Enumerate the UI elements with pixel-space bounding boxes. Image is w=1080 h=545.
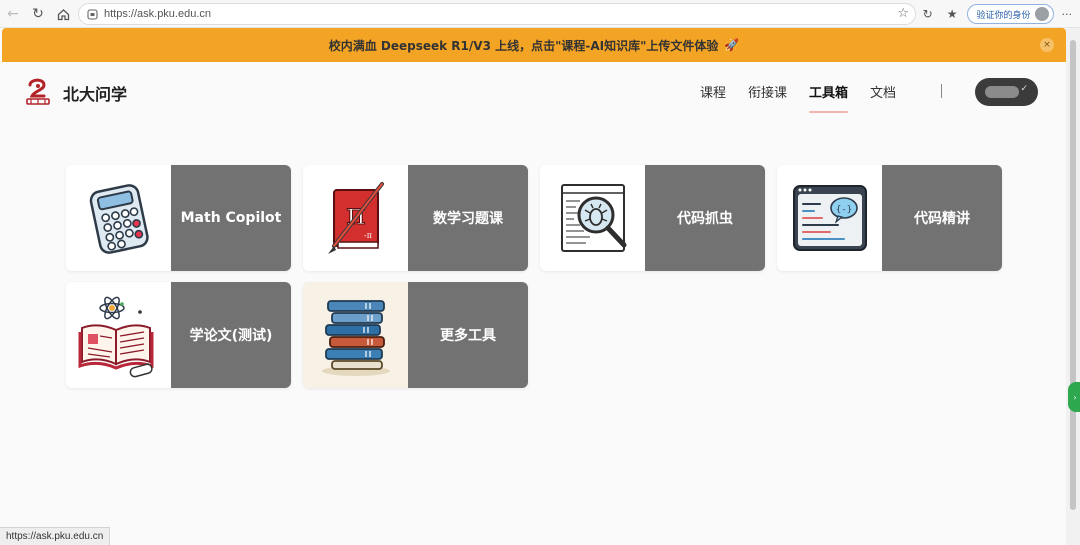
tool-card-label: 数学习题课: [408, 165, 528, 271]
home-icon[interactable]: [52, 3, 74, 25]
tool-card-math-copilot[interactable]: Math Copilot: [66, 165, 291, 271]
announcement-banner: 校内满血 Deepseek R1/V3 上线，点击"课程-AI知识库"上传文件体…: [2, 28, 1066, 62]
user-menu-button[interactable]: ✓: [975, 78, 1038, 106]
nav-divider: [941, 84, 942, 98]
announcement-text[interactable]: 校内满血 Deepseek R1/V3 上线，点击"课程-AI知识库"上传文件体…: [329, 37, 719, 54]
rocket-icon: 🚀: [724, 38, 740, 52]
pku-logo-icon[interactable]: [24, 76, 52, 108]
svg-text:-π: -π: [364, 231, 372, 240]
profile-avatar: [1034, 7, 1049, 21]
calculator-icon: [66, 165, 171, 271]
site-info-icon[interactable]: [87, 5, 98, 24]
code-chat-icon: {-}: [777, 165, 882, 271]
refresh-icon[interactable]: ↻: [27, 3, 49, 25]
nav-item-courses[interactable]: 课程: [700, 82, 726, 101]
tool-card-math-exercises[interactable]: π -π 数学习题课: [303, 165, 528, 271]
bug-magnifier-icon: [540, 165, 645, 271]
tool-card-learn-papers[interactable]: 学论文(测试): [66, 282, 291, 388]
tool-card-code-debug[interactable]: 代码抓虫: [540, 165, 765, 271]
banner-close-button[interactable]: ×: [1040, 38, 1054, 52]
tool-card-label: 代码抓虫: [645, 165, 765, 271]
address-bar[interactable]: https://ask.pku.edu.cn ☆: [78, 3, 916, 25]
top-navigation: 课程 衔接课 工具箱 文档: [700, 82, 918, 113]
collections-icon[interactable]: ★: [947, 7, 958, 21]
favorite-star-icon[interactable]: ☆: [897, 6, 909, 21]
extension-icon[interactable]: ↻: [923, 7, 933, 21]
nav-item-docs[interactable]: 文档: [870, 82, 896, 101]
tool-card-label: 学论文(测试): [171, 282, 291, 388]
back-icon[interactable]: ←: [2, 3, 24, 25]
book-stack-icon: [303, 282, 408, 388]
status-bar-url: https://ask.pku.edu.cn: [0, 527, 111, 545]
browser-actions: ↻ ★ 验证你的身份 ···: [923, 0, 1080, 28]
tool-card-label: 代码精讲: [882, 165, 1002, 271]
tool-card-code-explain[interactable]: {-} 代码精讲: [777, 165, 1002, 271]
chevron-down-icon: ✓: [1020, 84, 1028, 94]
scrollbar-thumb[interactable]: [1070, 40, 1076, 510]
nav-item-bridge-courses[interactable]: 衔接课: [748, 82, 787, 101]
verify-identity-button[interactable]: 验证你的身份: [967, 4, 1054, 24]
nav-item-toolbox[interactable]: 工具箱: [809, 82, 849, 113]
url-text[interactable]: https://ask.pku.edu.cn: [104, 8, 211, 20]
browser-toolbar: ← ↻ https://ask.pku.edu.cn ☆ ↻ ★ 验证你的身份 …: [0, 0, 1080, 28]
tool-card-more-tools[interactable]: 更多工具: [303, 282, 528, 388]
pi-book-icon: π -π: [303, 165, 408, 271]
tool-card-label: 更多工具: [408, 282, 528, 388]
verify-label: 验证你的身份: [976, 10, 1031, 21]
open-book-atom-icon: [66, 282, 171, 388]
svg-text:{-}: {-}: [835, 205, 851, 215]
tool-card-label: Math Copilot: [171, 165, 291, 271]
floating-side-tab[interactable]: ›: [1068, 382, 1080, 412]
user-name-blurred: [985, 86, 1019, 98]
site-title[interactable]: 北大问学: [63, 81, 127, 105]
site-header: 北大问学 课程 衔接课 工具箱 文档 ✓: [0, 62, 1066, 122]
browser-menu-icon[interactable]: ···: [1062, 8, 1073, 21]
page-scrollbar[interactable]: [1066, 28, 1080, 545]
